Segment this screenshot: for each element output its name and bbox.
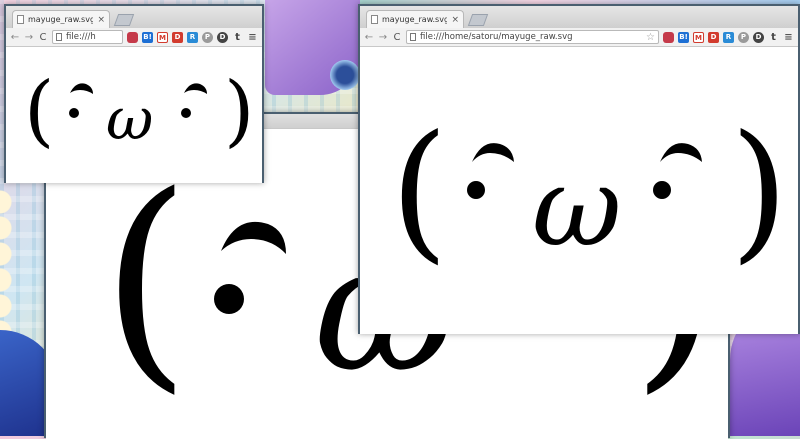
- page-icon: [371, 15, 378, 24]
- p-icon[interactable]: P: [738, 31, 749, 43]
- b!-icon[interactable]: B!: [142, 31, 153, 43]
- dialog-icon[interactable]: D: [708, 31, 719, 43]
- menu-icon[interactable]: ≡: [247, 32, 258, 43]
- left-eye: [69, 108, 79, 118]
- reload-icon[interactable]: C: [392, 32, 402, 43]
- left-eye: [467, 181, 485, 199]
- tumblr-icon[interactable]: t: [768, 32, 779, 43]
- p-icon[interactable]: P: [202, 31, 213, 43]
- reload-icon[interactable]: C: [38, 32, 48, 43]
- right-eyebrow: [184, 83, 207, 94]
- file-icon: [56, 33, 62, 41]
- left-eyebrow: [70, 83, 93, 94]
- forward-icon[interactable]: →: [24, 32, 34, 43]
- kaomoji-drawing: ( ω ): [24, 66, 254, 156]
- circle-icon[interactable]: D: [753, 31, 764, 43]
- close-icon[interactable]: ×: [97, 15, 105, 25]
- gmail-icon[interactable]: M: [157, 31, 168, 43]
- pocket-icon[interactable]: [127, 31, 138, 43]
- url-text: file:///home/satoru/mayuge_raw.svg: [420, 32, 573, 42]
- menu-icon[interactable]: ≡: [783, 32, 794, 43]
- right-eye: [181, 108, 191, 118]
- close-icon[interactable]: ×: [451, 15, 459, 25]
- close-paren: ): [224, 66, 254, 156]
- right-eyebrow: [660, 143, 702, 162]
- wallpaper-anime-eye: [330, 60, 360, 90]
- browser-toolbar: ← → C file:///home/satoru/mayuge_raw.svg…: [360, 28, 798, 47]
- address-bar[interactable]: file:///h: [52, 30, 123, 44]
- gmail-icon[interactable]: M: [693, 31, 704, 43]
- mouth: ω: [532, 143, 622, 271]
- tumblr-icon[interactable]: t: [232, 32, 243, 43]
- browser-toolbar: ← → C file:///h B! M D R P D t ≡: [6, 28, 262, 47]
- url-text: file:///h: [66, 32, 96, 42]
- close-paren: ): [730, 104, 789, 278]
- back-icon[interactable]: ←: [10, 32, 20, 43]
- left-eyebrow: [221, 221, 286, 254]
- browser-window-main[interactable]: mayuge_raw.svg × ← → C file:///home/sato…: [358, 4, 800, 334]
- new-tab-button[interactable]: [113, 14, 135, 26]
- tab-strip: mayuge_raw.svg ×: [360, 6, 798, 28]
- b!-icon[interactable]: B!: [678, 31, 689, 43]
- feedly-icon[interactable]: R: [187, 31, 198, 43]
- circle-icon[interactable]: D: [217, 31, 228, 43]
- tab-title: mayuge_raw.svg: [382, 15, 448, 24]
- open-paren: (: [24, 66, 54, 156]
- forward-icon[interactable]: →: [378, 32, 388, 43]
- open-paren: (: [390, 104, 449, 278]
- wallpaper-scallop-border: [0, 190, 22, 350]
- right-eye: [653, 181, 671, 199]
- left-eyebrow: [472, 143, 514, 162]
- address-bar[interactable]: file:///home/satoru/mayuge_raw.svg ☆: [406, 30, 659, 44]
- tab-strip: mayuge_raw.svg ×: [6, 6, 262, 28]
- left-eye: [214, 284, 244, 314]
- dialog-icon[interactable]: D: [172, 31, 183, 43]
- file-icon: [410, 33, 416, 41]
- tab-mayuge[interactable]: mayuge_raw.svg ×: [366, 10, 464, 28]
- new-tab-button[interactable]: [467, 14, 489, 26]
- open-paren: (: [101, 147, 191, 414]
- kaomoji-drawing: ( ω ): [390, 104, 789, 278]
- page-icon: [17, 15, 24, 24]
- back-icon[interactable]: ←: [364, 32, 374, 43]
- browser-window-small[interactable]: mayuge_raw.svg × ← → C file:///h B! M D …: [4, 4, 264, 183]
- page-content: ( ω ): [6, 47, 262, 183]
- tab-title: mayuge_raw.svg: [28, 15, 94, 24]
- mouth: ω: [106, 85, 153, 153]
- feedly-icon[interactable]: R: [723, 31, 734, 43]
- page-content: ( ω ): [360, 47, 798, 334]
- tab-mayuge[interactable]: mayuge_raw.svg ×: [12, 10, 110, 28]
- bookmark-star-icon[interactable]: ☆: [646, 32, 655, 43]
- pocket-icon[interactable]: [663, 31, 674, 43]
